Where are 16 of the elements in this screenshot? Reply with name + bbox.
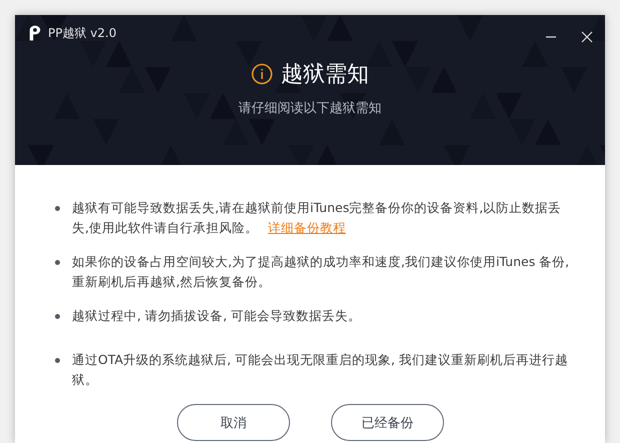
notice-text: 如果你的设备占用空间较大,为了提高越狱的成功率和速度,我们建议你使用iTunes 备份,重新刷机后再越狱,然后恢复备份。 [72, 253, 570, 291]
notice-text: 越狱有可能导致数据丢失,请在越狱前使用iTunes完整备份你的设备资料,以防止数据丢失,使用此软件请自行承担风险。 详细备份教程 [72, 199, 562, 237]
close-icon[interactable] [581, 31, 593, 43]
logo-icon [28, 24, 42, 42]
info-icon [251, 63, 273, 85]
window-title: PP越狱 v2.0 [48, 24, 116, 42]
notice-text: 通过OTA升级的系统越狱后, 可能会出现无限重启的现象, 我们建议重新刷机后再进行越狱。 [72, 351, 569, 389]
dialog-title: 越狱需知 [281, 61, 369, 89]
bullet-icon [55, 358, 60, 363]
bullet-icon [55, 206, 60, 211]
notice-text: 越狱过程中, 请勿插拔设备, 可能会导致数据丢失。 [72, 307, 361, 325]
bullet-icon [55, 314, 60, 319]
bullet-icon [55, 260, 60, 265]
dialog-button[interactable]: 取消 [177, 404, 290, 441]
dialog-subtitle: 请仔细阅读以下越狱需知 [238, 100, 382, 117]
dialog-button[interactable]: 已经备份 [331, 404, 444, 441]
